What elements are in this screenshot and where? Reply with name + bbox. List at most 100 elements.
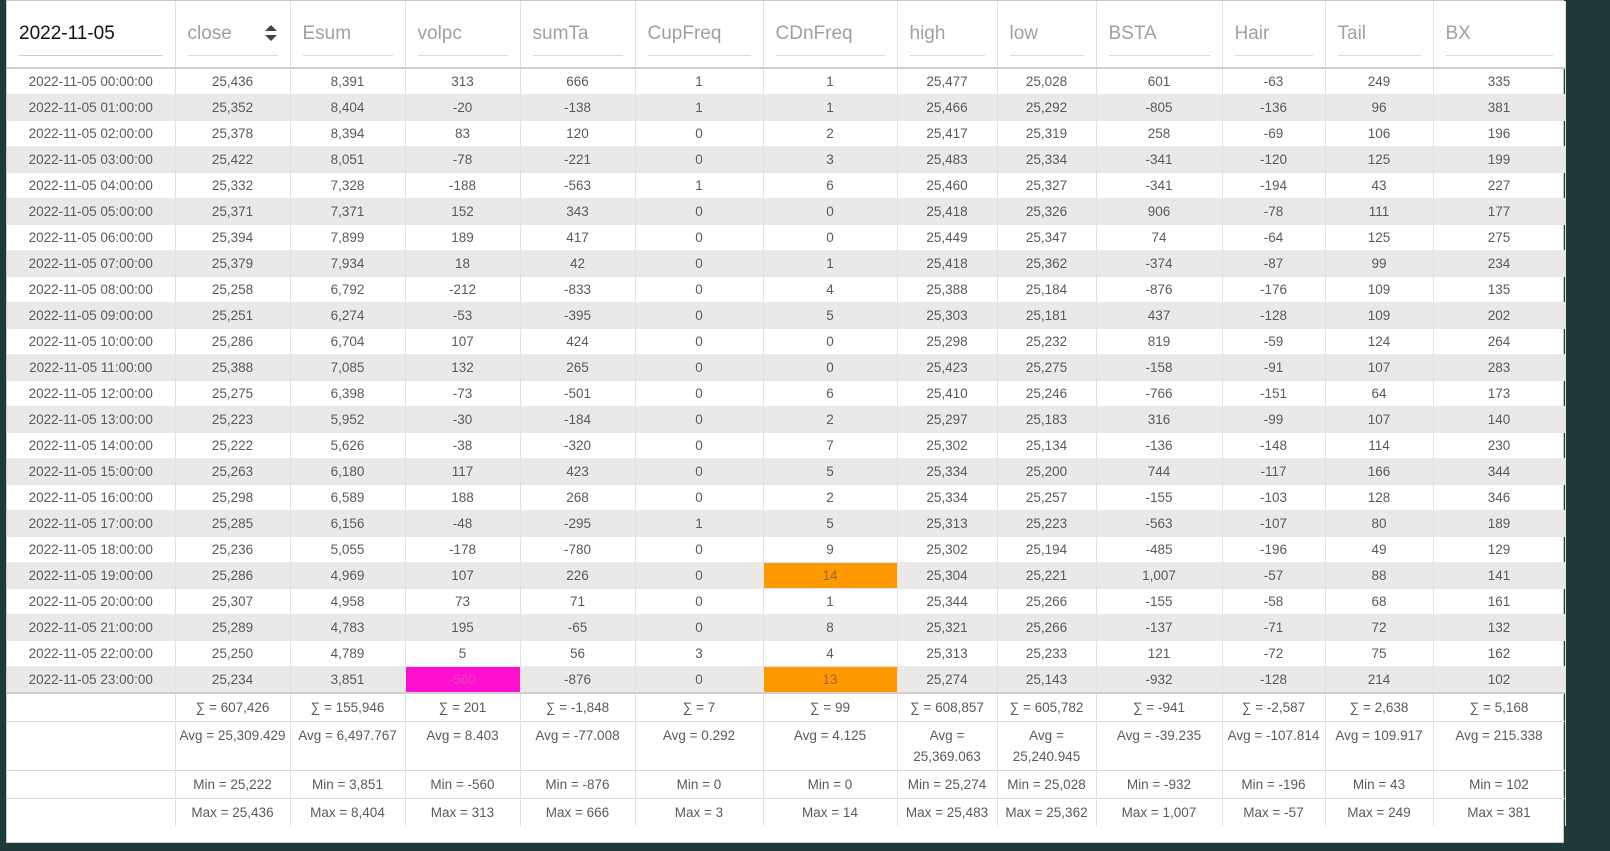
column-header-hair[interactable]: Hair	[1222, 1, 1326, 69]
row-timestamp: 2022-11-05 14:00:00	[7, 432, 176, 459]
column-header-sumta[interactable]: sumTa	[520, 1, 636, 69]
table-cell: 25,246	[997, 380, 1097, 407]
table-cell: 6	[763, 172, 898, 199]
date-filter-value[interactable]: 2022-11-05	[19, 23, 115, 45]
footer-max-cell: Max = 666	[520, 798, 636, 826]
column-header-volpc[interactable]: volpc	[405, 1, 521, 69]
table-cell: -128	[1222, 666, 1326, 694]
footer-sum-cell: ∑ = 608,857	[897, 692, 998, 722]
table-cell: -138	[520, 94, 636, 121]
table-cell: 111	[1325, 198, 1434, 225]
table-cell: 25,327	[997, 172, 1097, 199]
column-header-cupfreq[interactable]: CupFreq	[635, 1, 764, 69]
table-cell: 140	[1433, 406, 1566, 433]
table-cell: 8,404	[290, 94, 406, 121]
data-table: 2022-11-05 close Esum volpc sumTa CupFreq CDn…	[7, 1, 1566, 826]
table-row: 2022-11-05 10:00:00 25,286 6,704 107 424 0 0 25…	[7, 328, 1566, 355]
row-timestamp: 2022-11-05 11:00:00	[7, 354, 176, 381]
column-header-bx[interactable]: BX	[1433, 1, 1566, 69]
table-cell: 117	[405, 458, 521, 485]
table-cell: 14	[763, 562, 898, 589]
row-timestamp: 2022-11-05 23:00:00	[7, 666, 176, 694]
footer-sum-cell: ∑ = -2,587	[1222, 692, 1326, 722]
table-cell: 335	[1433, 68, 1566, 95]
table-cell: -158	[1096, 354, 1223, 381]
table-cell: 8,394	[290, 120, 406, 147]
row-timestamp: 2022-11-05 08:00:00	[7, 276, 176, 303]
table-cell: 1	[763, 588, 898, 615]
table-cell: 5	[763, 510, 898, 537]
row-timestamp: 2022-11-05 16:00:00	[7, 484, 176, 511]
table-cell: -53	[405, 302, 521, 329]
table-cell: 25,223	[175, 406, 291, 433]
footer-sum-cell: ∑ = 5,168	[1433, 692, 1566, 722]
table-cell: 25,222	[175, 432, 291, 459]
table-row: 2022-11-05 01:00:00 25,352 8,404 -20 -138 1 1 2…	[7, 94, 1566, 121]
table-cell: 25,410	[897, 380, 998, 407]
column-header-close[interactable]: close	[175, 1, 291, 69]
row-timestamp: 2022-11-05 22:00:00	[7, 640, 176, 667]
table-cell: 819	[1096, 328, 1223, 355]
table-cell: 161	[1433, 588, 1566, 615]
table-cell: -485	[1096, 536, 1223, 563]
table-cell: 25,181	[997, 302, 1097, 329]
date-filter-cell[interactable]: 2022-11-05	[7, 1, 176, 69]
footer-max-cell: Max = -57	[1222, 798, 1326, 826]
table-cell: 43	[1325, 172, 1434, 199]
footer-max-cell: Max = 14	[763, 798, 898, 826]
table-cell: 109	[1325, 276, 1434, 303]
table-cell: 75	[1325, 640, 1434, 667]
table-cell: 0	[635, 562, 764, 589]
table-cell: 744	[1096, 458, 1223, 485]
table-cell: 249	[1325, 68, 1434, 95]
column-header-label: Hair	[1234, 22, 1270, 44]
table-cell: 343	[520, 198, 636, 225]
column-header-high[interactable]: high	[897, 1, 998, 69]
row-timestamp: 2022-11-05 07:00:00	[7, 250, 176, 277]
table-cell: 25,184	[997, 276, 1097, 303]
table-cell: 13	[763, 666, 898, 694]
table-cell: -184	[520, 406, 636, 433]
table-cell: 283	[1433, 354, 1566, 381]
table-row: 2022-11-05 07:00:00 25,379 7,934 18 42 0 1 25,4…	[7, 250, 1566, 277]
column-header-label: high	[909, 22, 946, 44]
table-cell: 199	[1433, 146, 1566, 173]
table-cell: 72	[1325, 614, 1434, 641]
table-cell: -63	[1222, 68, 1326, 95]
table-cell: 0	[635, 406, 764, 433]
footer-max-cell: Max = 3	[635, 798, 764, 826]
table-cell: 0	[635, 458, 764, 485]
footer-min-cell: Min = 0	[763, 770, 898, 799]
table-cell: 0	[763, 354, 898, 381]
table-cell: 25,423	[897, 354, 998, 381]
column-header-bsta[interactable]: BSTA	[1096, 1, 1223, 69]
data-grid: 2022-11-05 close Esum volpc sumTa CupFreq CDn…	[6, 0, 1566, 843]
column-header-cdnfreq[interactable]: CDnFreq	[763, 1, 898, 69]
table-cell: 2	[763, 406, 898, 433]
column-header-tail[interactable]: Tail	[1325, 1, 1434, 69]
table-cell: 0	[635, 276, 764, 303]
footer-sum-cell: ∑ = 605,782	[997, 692, 1097, 722]
table-cell: 1	[635, 510, 764, 537]
table-cell: -107	[1222, 510, 1326, 537]
table-cell: -932	[1096, 666, 1223, 694]
table-cell: 18	[405, 250, 521, 277]
table-cell: -87	[1222, 250, 1326, 277]
table-cell: 128	[1325, 484, 1434, 511]
table-cell: -78	[405, 146, 521, 173]
column-header-label: Esum	[302, 22, 352, 44]
table-cell: -136	[1096, 432, 1223, 459]
table-cell: 106	[1325, 120, 1434, 147]
row-timestamp: 2022-11-05 06:00:00	[7, 224, 176, 251]
table-cell: -30	[405, 406, 521, 433]
table-cell: -563	[1096, 510, 1223, 537]
table-cell: 25,417	[897, 120, 998, 147]
footer-min-cell: Min = 25,028	[997, 770, 1097, 799]
sort-updown-icon[interactable]	[264, 24, 278, 44]
table-cell: -69	[1222, 120, 1326, 147]
column-header-esum[interactable]: Esum	[290, 1, 406, 69]
table-cell: 42	[520, 250, 636, 277]
table-cell: 2	[763, 120, 898, 147]
table-cell: 196	[1433, 120, 1566, 147]
column-header-low[interactable]: low	[997, 1, 1097, 69]
